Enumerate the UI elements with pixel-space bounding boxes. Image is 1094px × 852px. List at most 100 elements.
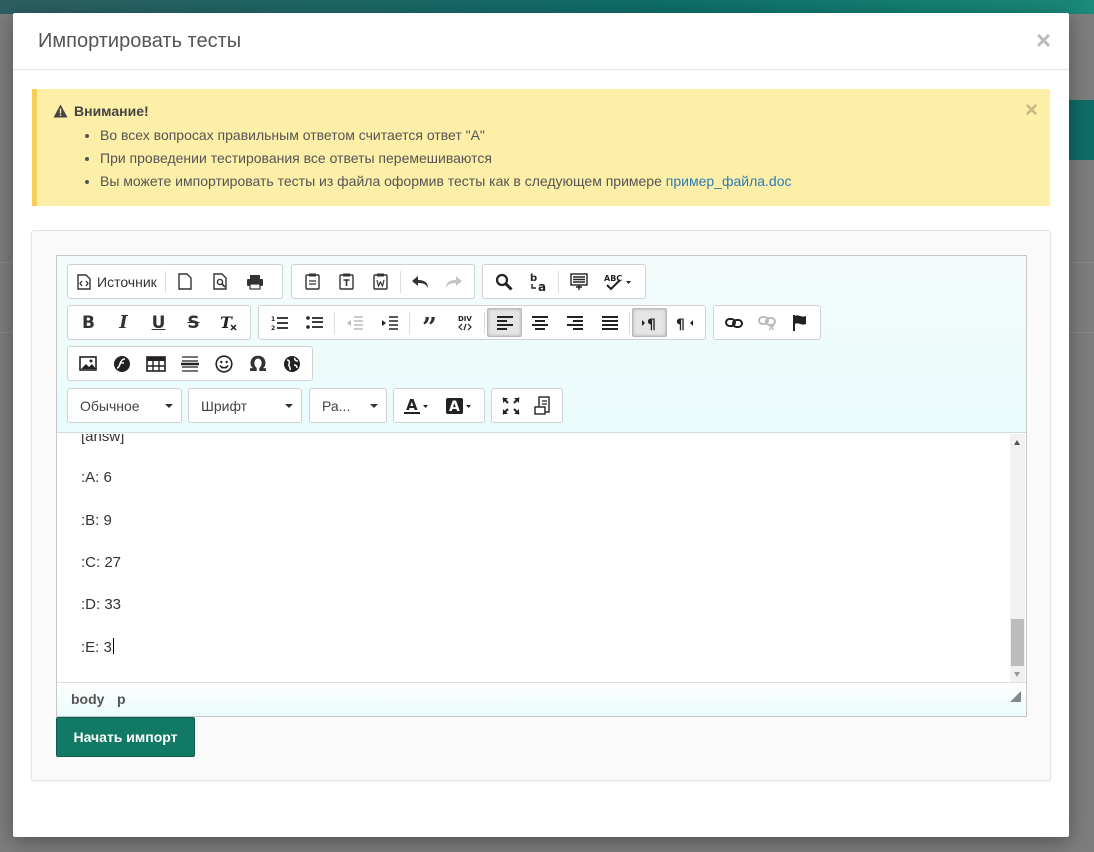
- paste-word-button[interactable]: [363, 267, 397, 296]
- paste-text-button[interactable]: [329, 267, 363, 296]
- undo-icon: [411, 275, 429, 289]
- globe-icon: [283, 355, 301, 373]
- strikethrough-icon: S: [187, 312, 200, 333]
- replace-button[interactable]: ba: [521, 267, 556, 296]
- svg-text:a: a: [538, 280, 546, 292]
- table-icon: [146, 355, 166, 372]
- text-cursor: [112, 638, 114, 654]
- scroll-down-icon[interactable]: [1014, 672, 1020, 677]
- background-header: [0, 0, 1094, 14]
- background-color-button[interactable]: A: [439, 391, 481, 420]
- print-button[interactable]: [238, 267, 273, 296]
- search-group: ba ABC: [482, 264, 646, 299]
- new-page-button[interactable]: [168, 267, 203, 296]
- unlink-button[interactable]: [750, 308, 783, 337]
- font-select[interactable]: Шрифт: [188, 388, 302, 423]
- create-div-button[interactable]: DIV: [447, 308, 482, 337]
- justify-button[interactable]: [592, 308, 627, 337]
- svg-text:A: A: [449, 399, 460, 415]
- align-left-button[interactable]: [487, 308, 522, 337]
- select-all-icon: [569, 272, 588, 291]
- flash-button[interactable]: [105, 349, 139, 378]
- alert-heading-text: Внимание!: [74, 103, 149, 119]
- import-panel: Источник ba ABC B I U S T 1 2 ” DIV ¶ ¶ …: [31, 230, 1051, 781]
- remove-format-button[interactable]: T: [211, 308, 246, 337]
- align-right-button[interactable]: [557, 308, 592, 337]
- paste-button[interactable]: [295, 267, 329, 296]
- horizontal-rule-button[interactable]: [173, 349, 207, 378]
- background-color-icon: A: [445, 397, 475, 415]
- outdent-icon: [346, 315, 364, 331]
- align-left-icon: [496, 315, 513, 330]
- format-select[interactable]: Обычное: [67, 388, 182, 423]
- show-blocks-button[interactable]: [527, 391, 559, 420]
- paragraph-group: 12 ” DIV ¶ ¶: [258, 305, 706, 341]
- alert-close-button[interactable]: ×: [1025, 97, 1038, 123]
- path-item-p[interactable]: p: [117, 691, 126, 707]
- numbered-list-icon: 12: [271, 315, 289, 331]
- toolbar-separator: [334, 311, 335, 334]
- bold-button[interactable]: B: [71, 308, 106, 337]
- modal-close-button[interactable]: ×: [1036, 25, 1051, 56]
- indent-button[interactable]: [372, 308, 407, 337]
- bold-icon: B: [82, 312, 95, 333]
- alert-item: Вы можете импортировать тесты из файла о…: [100, 172, 792, 195]
- svg-text:DIV: DIV: [458, 315, 472, 323]
- alert-item: При проведении тестирования все ответы п…: [100, 149, 792, 172]
- scrollbar-thumb[interactable]: [1011, 619, 1024, 666]
- undo-button[interactable]: [403, 267, 437, 296]
- redo-button[interactable]: [437, 267, 471, 296]
- remove-format-icon: T: [219, 314, 239, 332]
- anchor-button[interactable]: [784, 308, 817, 337]
- special-char-button[interactable]: Ω: [241, 349, 275, 378]
- path-item-body[interactable]: body: [71, 691, 104, 707]
- basic-styles-group: B I U S T: [67, 305, 251, 340]
- outdent-button[interactable]: [337, 308, 372, 337]
- image-button[interactable]: [71, 349, 105, 378]
- table-button[interactable]: [139, 349, 173, 378]
- maximize-button[interactable]: [495, 391, 527, 420]
- text-direction-ltr-button[interactable]: ¶: [632, 308, 667, 337]
- example-file-link[interactable]: пример_файла.doc: [666, 173, 792, 189]
- italic-button[interactable]: I: [106, 308, 141, 337]
- link-button[interactable]: [717, 308, 750, 337]
- spellcheck-icon: ABC: [603, 273, 633, 291]
- underline-button[interactable]: U: [141, 308, 176, 337]
- source-button[interactable]: Источник: [71, 267, 163, 296]
- iframe-button[interactable]: [275, 349, 309, 378]
- smiley-button[interactable]: [207, 349, 241, 378]
- strike-button[interactable]: S: [176, 308, 211, 337]
- clipboard-group: [291, 264, 475, 299]
- editor-content-area[interactable]: [answ] :A: 6 :B: 9 :C: 27 :D: 33 :E: 3: [57, 434, 1010, 683]
- preview-button[interactable]: [203, 267, 238, 296]
- align-center-button[interactable]: [522, 308, 557, 337]
- resize-handle-icon[interactable]: [1010, 691, 1021, 702]
- replace-icon: ba: [529, 272, 549, 292]
- start-import-button[interactable]: Начать импорт: [56, 717, 195, 757]
- blockquote-button[interactable]: ”: [412, 308, 447, 341]
- scroll-up-icon[interactable]: [1014, 440, 1020, 445]
- smiley-icon: [215, 354, 233, 373]
- bulleted-list-button[interactable]: [297, 308, 332, 337]
- colors-group: A A: [393, 388, 485, 423]
- warning-icon: [53, 104, 68, 118]
- svg-text:¶: ¶: [676, 317, 685, 331]
- italic-icon: I: [119, 312, 128, 333]
- size-select[interactable]: Ра...: [309, 388, 387, 423]
- text-direction-rtl-button[interactable]: ¶: [667, 308, 702, 337]
- spellcheck-button[interactable]: ABC: [596, 267, 640, 296]
- editor-paragraph: :A: 6: [81, 469, 112, 486]
- svg-text:A: A: [406, 397, 418, 414]
- source-icon: [77, 273, 91, 290]
- find-button[interactable]: [486, 267, 521, 296]
- div-icon: DIV: [456, 314, 474, 332]
- chevron-down-icon: [370, 404, 378, 408]
- numbered-list-button[interactable]: 12: [262, 308, 297, 337]
- text-color-button[interactable]: A: [397, 391, 439, 420]
- select-all-button[interactable]: [561, 267, 596, 296]
- preview-icon: [213, 273, 228, 290]
- editor-scrollbar[interactable]: [1010, 434, 1025, 683]
- flag-icon: [792, 314, 808, 332]
- maximize-icon: [502, 396, 520, 415]
- rtl-icon: ¶: [676, 315, 694, 331]
